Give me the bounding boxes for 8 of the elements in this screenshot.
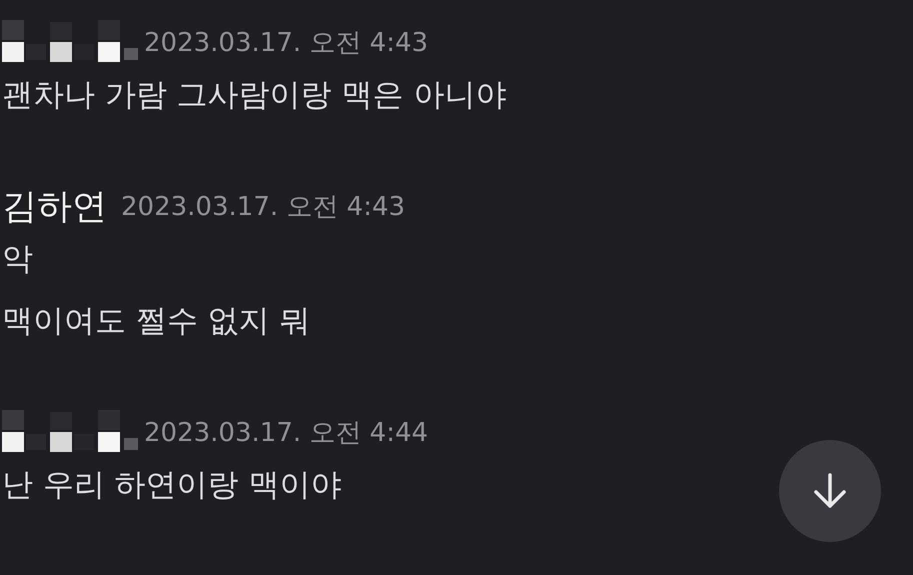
message-text: 맥이여도 쩔수 없지 뭐 xyxy=(2,303,311,339)
message-text: 난 우리 하연이랑 맥이야 xyxy=(2,467,342,503)
timestamp: 2023.03.17. 오전 4:44 xyxy=(144,416,428,450)
message-text: 괜차나 가람 그사람이랑 맥은 아니야 xyxy=(2,77,506,113)
author-name[interactable]: 김하연 xyxy=(2,182,107,230)
timestamp: 2023.03.17. 오전 4:43 xyxy=(121,190,406,224)
message-text: 악 xyxy=(2,241,33,277)
timestamp: 2023.03.17. 오전 4:43 xyxy=(144,26,428,60)
